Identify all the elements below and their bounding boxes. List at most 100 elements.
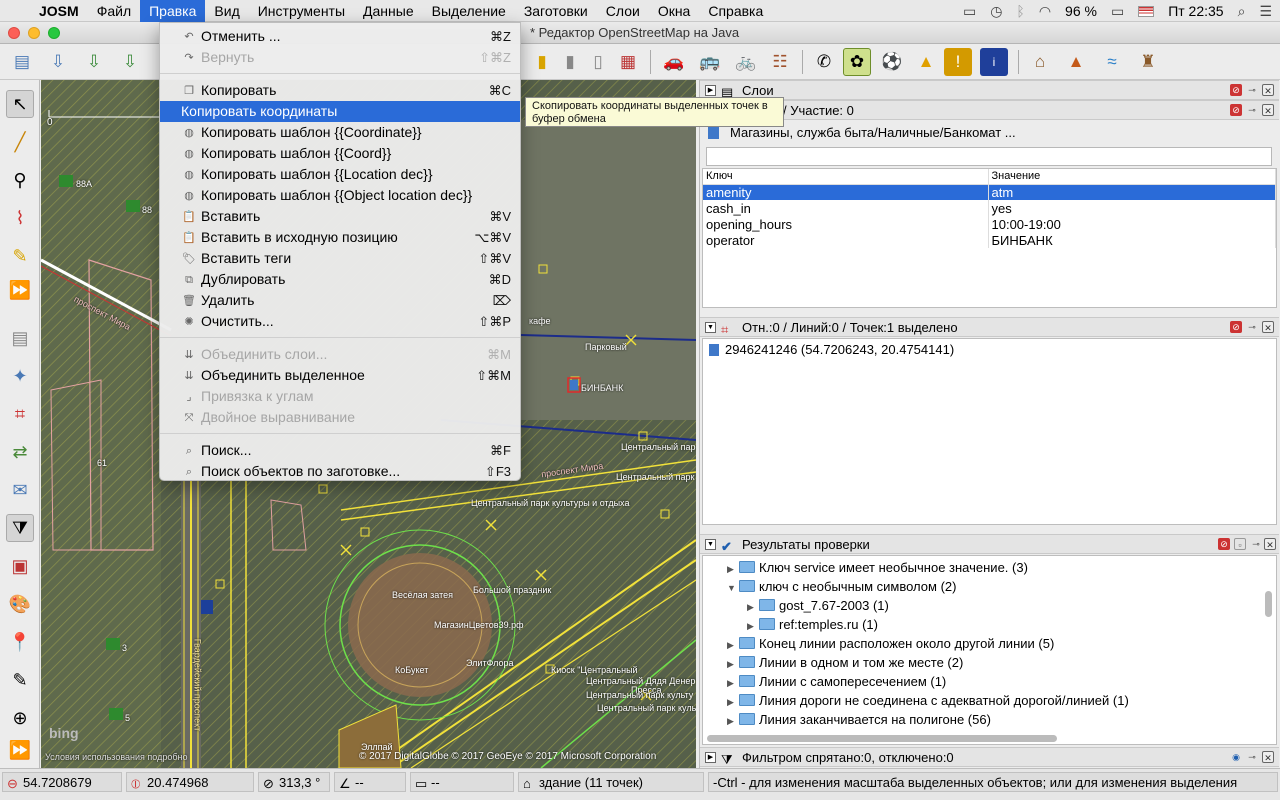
- panel-pin-icon[interactable]: ⊸: [1246, 751, 1258, 763]
- bluetooth-icon[interactable]: ᛒ: [1016, 3, 1024, 19]
- tree-row[interactable]: ▶ Линия заканчивается на полигоне (56): [727, 710, 991, 729]
- edit-menu-item[interactable]: 🗑 Удалить ⌦: [160, 290, 520, 311]
- horizontal-scrollbar[interactable]: [707, 735, 1057, 742]
- preset-road-icon[interactable]: ▮: [528, 48, 556, 76]
- menu-edit[interactable]: Правка: [140, 0, 206, 22]
- preset-shop-icon[interactable]: ▲: [912, 48, 940, 76]
- tree-row[interactable]: ▶ Ключ service имеет необычное значение. …: [727, 558, 1028, 577]
- preset-car-icon[interactable]: 🚗: [660, 48, 688, 76]
- tags-panel-title[interactable]: / Участие: 0 ⊘ ⊸ ✕: [700, 100, 1279, 120]
- panel-pin-icon[interactable]: ⊸: [1246, 104, 1258, 116]
- map-paint-icon[interactable]: 🎨: [6, 590, 34, 618]
- panel-minimize-icon[interactable]: ✕: [1264, 538, 1276, 550]
- tree-row[interactable]: ▶ Линии с самопересечением (1): [727, 672, 946, 691]
- eye-icon[interactable]: ◉: [1230, 751, 1242, 763]
- tag-row[interactable]: opening_hours 10:00-19:00: [703, 216, 1276, 232]
- battery-percent[interactable]: 96 %: [1065, 3, 1097, 19]
- menu-file[interactable]: Файл: [88, 0, 140, 22]
- tag-row[interactable]: amenity atm: [703, 184, 1276, 200]
- menu-app[interactable]: JOSM: [30, 0, 88, 22]
- history-toggle-icon[interactable]: ⇄: [6, 438, 34, 466]
- panel-minimize-icon[interactable]: ✕: [1262, 84, 1274, 96]
- preset-barrier-icon[interactable]: ▯: [584, 48, 612, 76]
- close-window-icon[interactable]: [8, 27, 20, 39]
- selection-item[interactable]: 2946241246 (54.7206243, 20.4754141): [709, 342, 954, 357]
- preset-castle-icon[interactable]: ♜: [1134, 48, 1162, 76]
- preset-wall-icon[interactable]: ▦: [614, 48, 642, 76]
- panel-close-icon[interactable]: ⊘: [1230, 84, 1242, 96]
- edit-menu-item[interactable]: ◍ Копировать шаблон {{Coordinate}}: [160, 122, 520, 143]
- tree-row[interactable]: ▶ Конец линии расположен около другой лин…: [727, 634, 1054, 653]
- panel-minimize-icon[interactable]: ✕: [1262, 104, 1274, 116]
- notification-icon[interactable]: ☰: [1259, 3, 1272, 20]
- menu-layers[interactable]: Слои: [597, 0, 649, 22]
- edit-menu-item[interactable]: ◍ Копировать шаблон {{Coord}}: [160, 143, 520, 164]
- panel-close-icon[interactable]: ⊘: [1230, 104, 1242, 116]
- panel-pin-icon[interactable]: ⊸: [1246, 321, 1258, 333]
- tree-row[interactable]: ▶ Линии в одном и том же месте (2): [727, 653, 963, 672]
- menu-data[interactable]: Данные: [354, 0, 423, 22]
- validation-panel-title[interactable]: ▼ ✔ Результаты проверки ⊘ ▫ ⊸ ✕: [700, 534, 1279, 554]
- tag-row[interactable]: operator БИНБАНК: [703, 232, 1276, 248]
- edit-menu-item[interactable]: ⧉ Дублировать ⌘D: [160, 269, 520, 290]
- notes-toggle-icon[interactable]: ✉: [6, 476, 34, 504]
- preset-info-icon[interactable]: i: [980, 48, 1008, 76]
- panel-close-icon[interactable]: ⊘: [1230, 321, 1242, 333]
- edit-menu-item[interactable]: 📋 Вставить в исходную позицию ⌥⌘V: [160, 227, 520, 248]
- preset-phone-icon[interactable]: ✆: [810, 48, 838, 76]
- panel-minimize-icon[interactable]: ✕: [1262, 321, 1274, 333]
- terms-of-use-link[interactable]: Условия использования подробно: [45, 752, 187, 762]
- changeset-toggle-icon[interactable]: ✎: [6, 666, 34, 694]
- wifi-icon[interactable]: ◠: [1039, 3, 1051, 20]
- select-tool-icon[interactable]: ↖: [6, 90, 34, 118]
- menu-tools[interactable]: Инструменты: [249, 0, 354, 22]
- preset-park-icon[interactable]: ✿: [843, 48, 871, 76]
- draw-tool-icon[interactable]: ╱: [6, 128, 34, 156]
- edit-menu-item[interactable]: ⇊ Объединить выделенное ⇧⌘M: [160, 365, 520, 386]
- edit-menu-item[interactable]: ⌕ Поиск... ⌘F: [160, 440, 520, 461]
- preset-header[interactable]: Магазины, служба быта/Наличные/Банкомат …: [708, 125, 1268, 143]
- edit-menu-item[interactable]: ◍ Копировать шаблон {{Object location dec…: [160, 185, 520, 206]
- filter-toggle-icon[interactable]: ⧩: [6, 514, 34, 542]
- panel-minimize-icon[interactable]: ✕: [1262, 751, 1274, 763]
- col-value[interactable]: Значение: [988, 169, 1276, 185]
- battery-icon[interactable]: ▭: [1111, 3, 1124, 20]
- layers-toggle-icon[interactable]: ▤: [6, 324, 34, 352]
- collapse-icon[interactable]: ▼: [705, 539, 716, 550]
- vertical-scrollbar[interactable]: [1265, 591, 1272, 617]
- zoom-tool-icon[interactable]: ⚲: [6, 166, 34, 194]
- edit-menu-item[interactable]: ⌕ Поиск объектов по заготовке... ⇧F3: [160, 461, 520, 482]
- edit-menu-item[interactable]: ❐ Копировать ⌘C: [160, 80, 520, 101]
- minimize-window-icon[interactable]: [28, 27, 40, 39]
- tag-row[interactable]: cash_in yes: [703, 200, 1276, 216]
- marker-toggle-icon[interactable]: 📍: [6, 628, 34, 656]
- menu-selection[interactable]: Выделение: [423, 0, 515, 22]
- edit-menu-item[interactable]: 📋 Вставить ⌘V: [160, 206, 520, 227]
- wikipedia-icon[interactable]: ⊕: [6, 704, 34, 732]
- menu-windows[interactable]: Окна: [649, 0, 700, 22]
- preset-bus-icon[interactable]: 🚌: [696, 48, 724, 76]
- improve-way-icon[interactable]: ⌇: [6, 204, 34, 232]
- menu-presets[interactable]: Заготовки: [515, 0, 597, 22]
- expand-tools-icon[interactable]: ⏩: [6, 736, 34, 764]
- filter-panel-title[interactable]: ▶ ⧩ Фильтром спрятано:0, отключено:0 ◉ ⊸…: [700, 747, 1279, 767]
- tree-row[interactable]: ▶ gost_7.67-2003 (1): [747, 596, 889, 615]
- edit-menu-item[interactable]: Копировать координаты: [160, 101, 520, 122]
- preset-sport-icon[interactable]: ⚽: [878, 48, 906, 76]
- time-machine-icon[interactable]: ◷: [990, 3, 1002, 20]
- menu-view[interactable]: Вид: [205, 0, 248, 22]
- tree-row[interactable]: ▶ ref:temples.ru (1): [747, 615, 878, 634]
- panel-close-icon[interactable]: ⊘: [1218, 538, 1230, 550]
- menu-help[interactable]: Справка: [699, 0, 772, 22]
- preset-hazard-icon[interactable]: !: [944, 48, 972, 76]
- tree-row[interactable]: ▶ Линия дороги не соединена с адекватной …: [727, 691, 1129, 710]
- flag-icon[interactable]: [1138, 5, 1155, 17]
- spotlight-icon[interactable]: ⌕: [1238, 3, 1246, 20]
- preset-peak-icon[interactable]: ▲: [1062, 48, 1090, 76]
- selection-toggle-icon[interactable]: ⌗: [6, 400, 34, 428]
- tree-row[interactable]: ▼ ключ с необычным символом (2): [727, 577, 956, 596]
- col-key[interactable]: Ключ: [703, 169, 989, 185]
- edit-menu-item[interactable]: ↶ Отменить ... ⌘Z: [160, 26, 520, 47]
- display-icon[interactable]: ▭: [963, 3, 976, 20]
- expand-icon[interactable]: ▶: [705, 85, 716, 96]
